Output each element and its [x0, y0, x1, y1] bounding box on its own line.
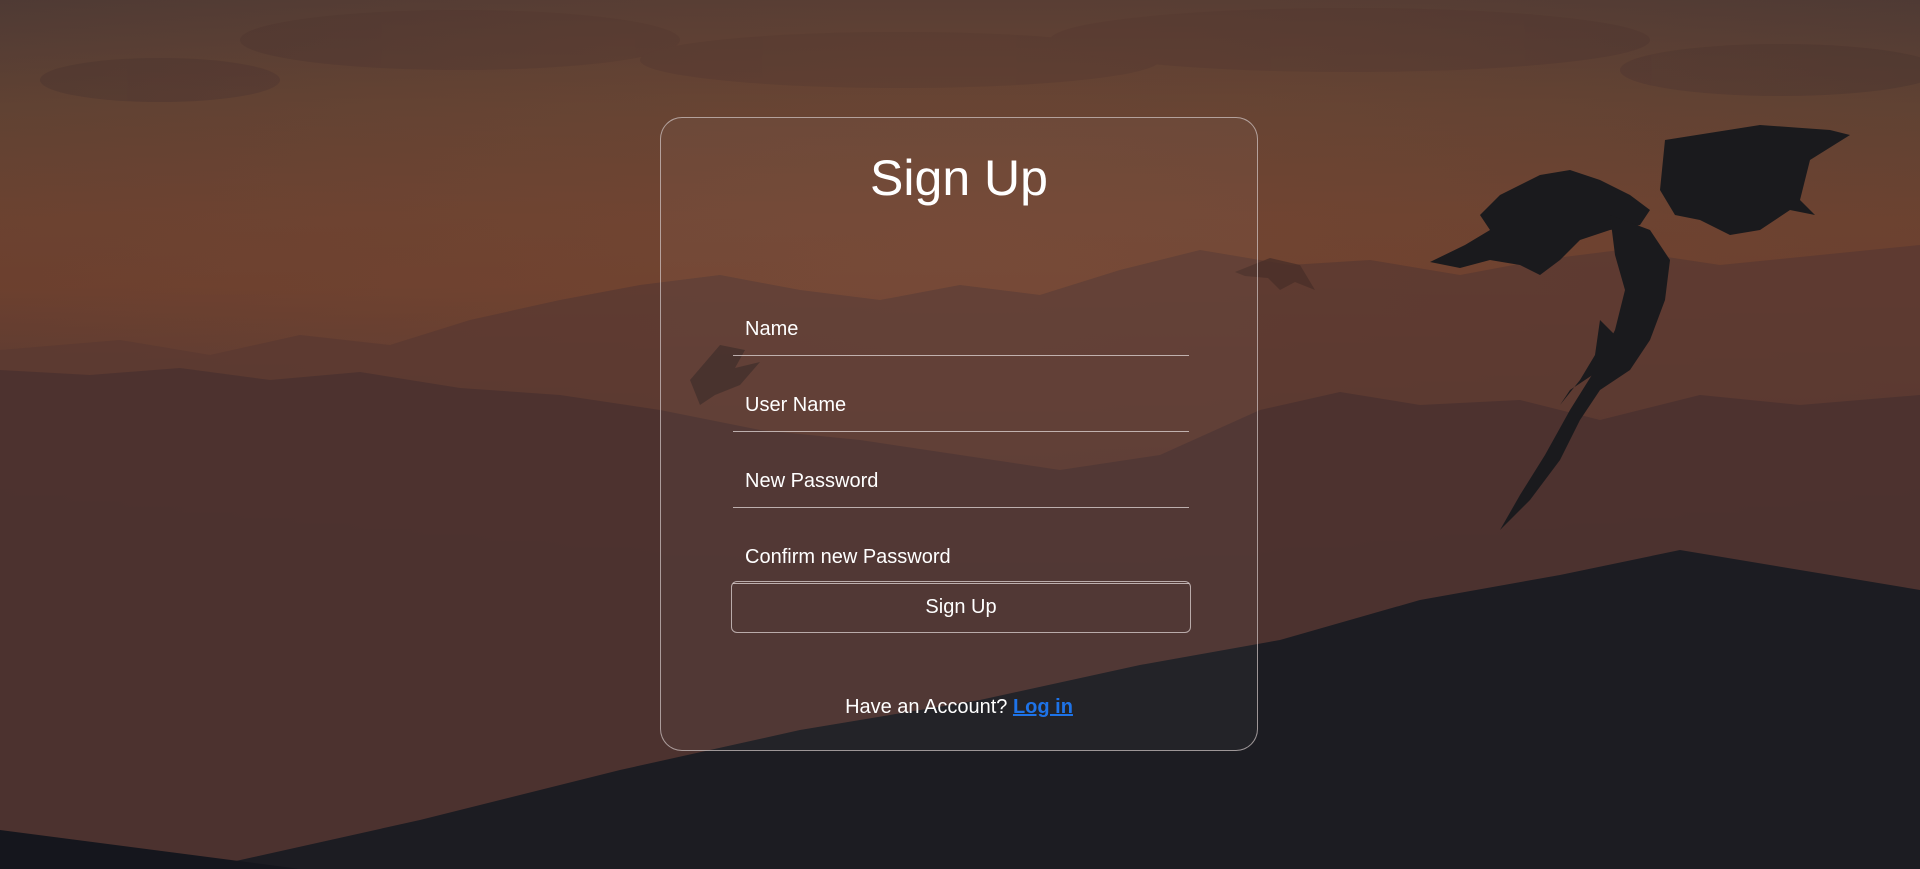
new-password-input[interactable] — [733, 455, 1189, 507]
signup-card: Sign Up Sign Up Have an Account? Log in — [660, 117, 1258, 751]
username-input[interactable] — [733, 379, 1189, 431]
signup-button[interactable]: Sign Up — [731, 581, 1191, 633]
username-field — [733, 379, 1189, 432]
new-password-field — [733, 455, 1189, 508]
login-prompt: Have an Account? Log in — [661, 695, 1257, 719]
page-title: Sign Up — [870, 150, 1048, 206]
login-prompt-text: Have an Account? — [845, 696, 1013, 718]
login-link[interactable]: Log in — [1013, 696, 1073, 718]
confirm-password-input[interactable] — [733, 531, 1189, 583]
name-input[interactable] — [733, 303, 1189, 355]
confirm-password-field — [733, 531, 1189, 584]
name-field — [733, 303, 1189, 356]
